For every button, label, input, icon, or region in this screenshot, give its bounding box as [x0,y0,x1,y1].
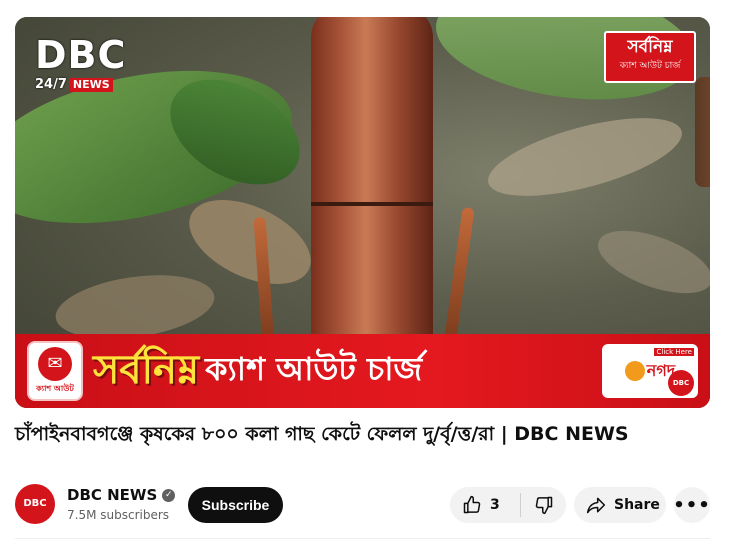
thumbs-down-icon [535,496,552,515]
banana-trunk [311,17,433,337]
logo-main-text: DBC [35,33,127,77]
logo-247-text: 24/7 [35,77,67,92]
thumbs-up-icon [463,495,481,514]
verified-check-icon: ✓ [162,488,176,502]
channel-name[interactable]: DBC NEWS [67,485,157,505]
dbc-channel-logo: DBC 24/7 NEWS [35,35,153,99]
subscriber-count: 7.5M subscribers [67,508,170,522]
mini-dbc-logo: DBC [668,370,694,396]
video-title: চাঁপাইনবাবগঞ্জে কৃষকের ৮০০ কলা গাছ কেটে … [15,423,629,445]
click-here-label: Click Here [654,348,694,356]
more-actions-button[interactable]: ••• [673,487,711,523]
brand-logo-icon [624,361,645,381]
channel-avatar[interactable]: DBC [15,484,55,524]
share-arrow-icon [586,497,606,514]
section-divider [15,538,710,542]
watch-page: DBC 24/7 NEWS সর্বনিম্ন ক্যাশ আউট চার্জ … [0,0,730,542]
dislike-button[interactable] [521,487,566,523]
cash-out-label: ক্যাশ আউট [36,383,74,393]
more-horizontal-icon: ••• [673,494,711,516]
promo-line-1: সর্বনিম্ন [627,37,673,57]
share-label: Share [614,497,660,513]
cash-out-badge: ✉ ক্যাশ আউট [27,341,83,401]
megaphone-icon: ✉ [38,346,72,381]
channel-action-row: DBC DBC NEWS ✓ 7.5M subscribers Subscrib… [15,484,710,524]
ad-banner: ✉ ক্যাশ আউট সর্বনিম্ন ক্যাশ আউট চার্জ নগ… [15,334,710,408]
like-dislike-group: 3 [450,487,566,523]
like-button[interactable]: 3 [450,487,520,523]
tree-stump [695,77,710,187]
banner-headline: সর্বনিম্ন [93,346,200,393]
video-player[interactable]: DBC 24/7 NEWS সর্বনিম্ন ক্যাশ আউট চার্জ … [15,17,710,408]
logo-news-text: NEWS [69,77,113,92]
subscribe-button[interactable]: Subscribe [188,487,283,523]
banner-headline-2: ক্যাশ আউট চার্জ [205,350,423,388]
like-count: 3 [490,497,500,513]
promo-line-2: ক্যাশ আউট চার্জ [619,61,681,71]
promo-badge: সর্বনিম্ন ক্যাশ আউট চার্জ [604,31,696,83]
trunk-cut-mark [311,202,433,206]
share-button[interactable]: Share [574,487,666,523]
channel-name-row[interactable]: DBC NEWS ✓ [67,485,176,505]
